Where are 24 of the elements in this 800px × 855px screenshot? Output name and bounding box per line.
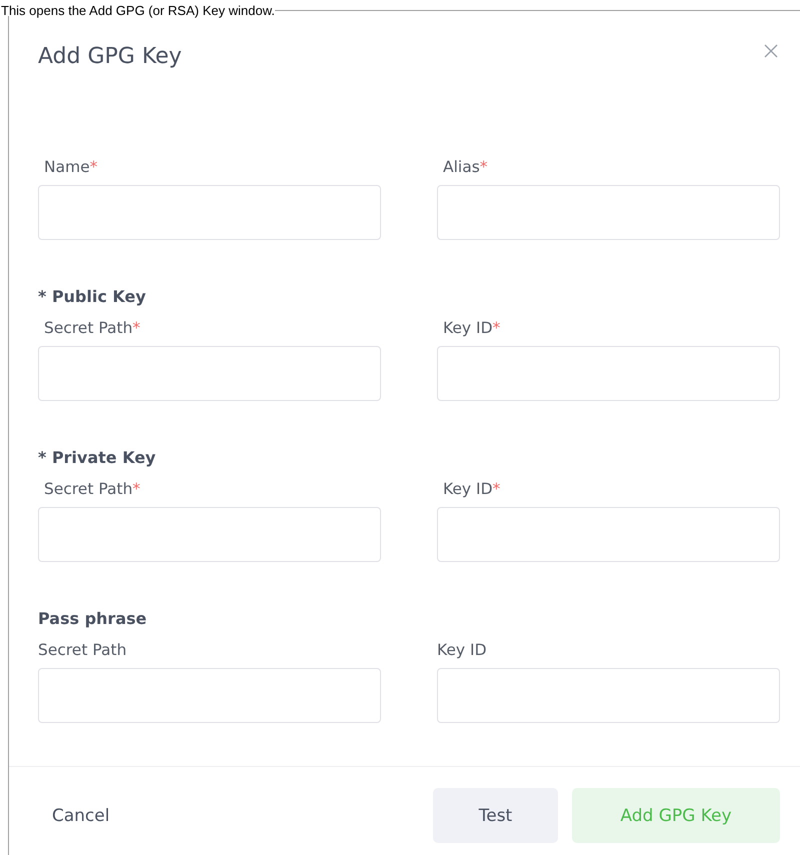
field-label: Key ID xyxy=(437,640,487,660)
field-label: Key ID* xyxy=(443,318,500,338)
section-heading: * Private Key xyxy=(38,448,157,468)
input-field[interactable] xyxy=(437,668,780,723)
section-heading: * Public Key xyxy=(38,287,147,307)
field-label: Key ID* xyxy=(443,479,500,499)
field-label: Secret Path* xyxy=(44,318,140,338)
input-field[interactable] xyxy=(38,507,381,562)
dialog-title: Add GPG Key xyxy=(38,43,182,71)
input-field[interactable] xyxy=(437,507,780,562)
field-label: Secret Path* xyxy=(44,479,140,499)
input-field[interactable] xyxy=(437,346,780,401)
test-button[interactable]: Test xyxy=(433,788,558,843)
input-field[interactable] xyxy=(38,346,381,401)
field-label: Secret Path xyxy=(38,640,127,660)
caption-text: This opens the Add GPG (or RSA) Key window. xyxy=(1,5,275,16)
cancel-button[interactable]: Cancel xyxy=(38,788,183,843)
input-field[interactable] xyxy=(38,185,381,240)
input-field[interactable] xyxy=(437,185,780,240)
input-field[interactable] xyxy=(38,668,381,723)
section-heading: Pass phrase xyxy=(38,609,148,629)
field-label: Name* xyxy=(44,157,98,177)
close-icon[interactable] xyxy=(764,44,778,58)
field-label: Alias* xyxy=(443,157,488,177)
